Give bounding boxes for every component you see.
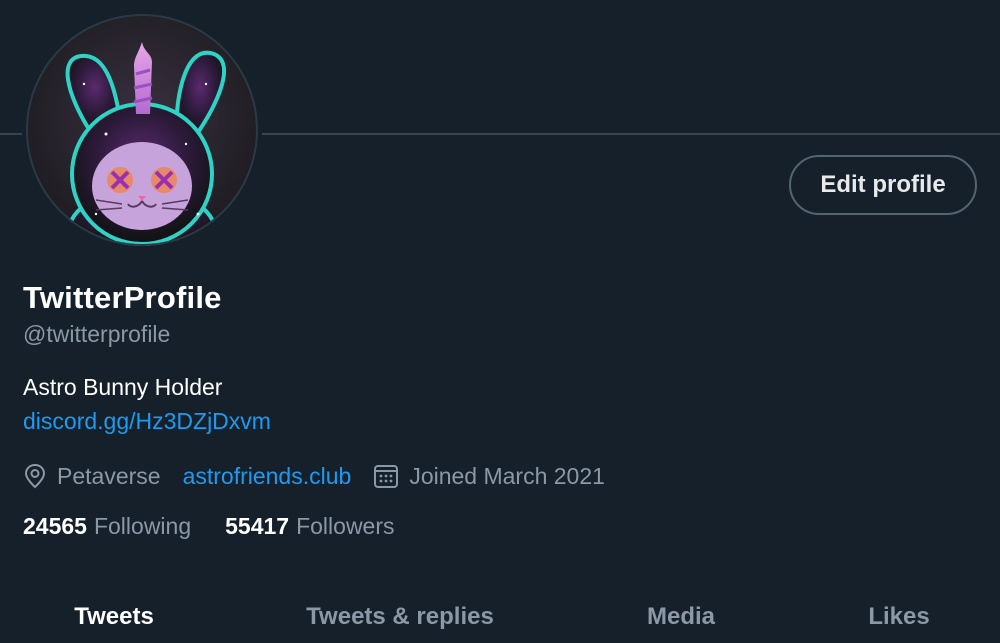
location-pin-icon: [24, 463, 46, 489]
profile-avatar[interactable]: [22, 10, 262, 250]
tab-tweets[interactable]: Tweets: [0, 590, 228, 643]
tab-media[interactable]: Media: [600, 590, 762, 643]
followers-count: 55417: [225, 513, 290, 539]
followers-stat[interactable]: 55417 Followers: [225, 513, 394, 540]
location-item: Petaverse: [23, 463, 161, 490]
follow-stats: 24565 Following 55417 Followers: [23, 513, 429, 540]
edit-profile-button[interactable]: Edit profile: [789, 155, 977, 215]
profile-handle: @twitterprofile: [23, 321, 171, 347]
astro-bunny-avatar-icon: [26, 14, 258, 246]
joined-text: Joined March 2021: [409, 462, 605, 489]
tab-tweets-and-replies[interactable]: Tweets & replies: [280, 590, 520, 643]
following-count: 24565: [23, 513, 87, 539]
profile-tabs: Tweets Tweets & replies Media Likes: [0, 590, 1000, 643]
bio-discord-link[interactable]: discord.gg/Hz3DZjDxvm: [23, 408, 271, 435]
location-text: Petaverse: [57, 462, 161, 489]
following-stat[interactable]: 24565 Following: [23, 513, 191, 540]
website-item[interactable]: astrofriends.club: [183, 463, 352, 490]
profile-page: Edit profile TwitterProfile @twitterprof…: [0, 0, 1000, 643]
following-label: Following: [93, 513, 192, 539]
followers-label: Followers: [296, 513, 395, 539]
calendar-icon: [374, 465, 399, 488]
tab-likes[interactable]: Likes: [820, 590, 978, 643]
joined-item: Joined March 2021: [373, 463, 605, 490]
profile-meta: Petaverse astrofriends.club Joined March…: [23, 458, 627, 494]
website-link[interactable]: astrofriends.club: [183, 463, 352, 490]
profile-bio: Astro Bunny Holder: [23, 374, 223, 400]
display-name: TwitterProfile: [23, 280, 222, 315]
